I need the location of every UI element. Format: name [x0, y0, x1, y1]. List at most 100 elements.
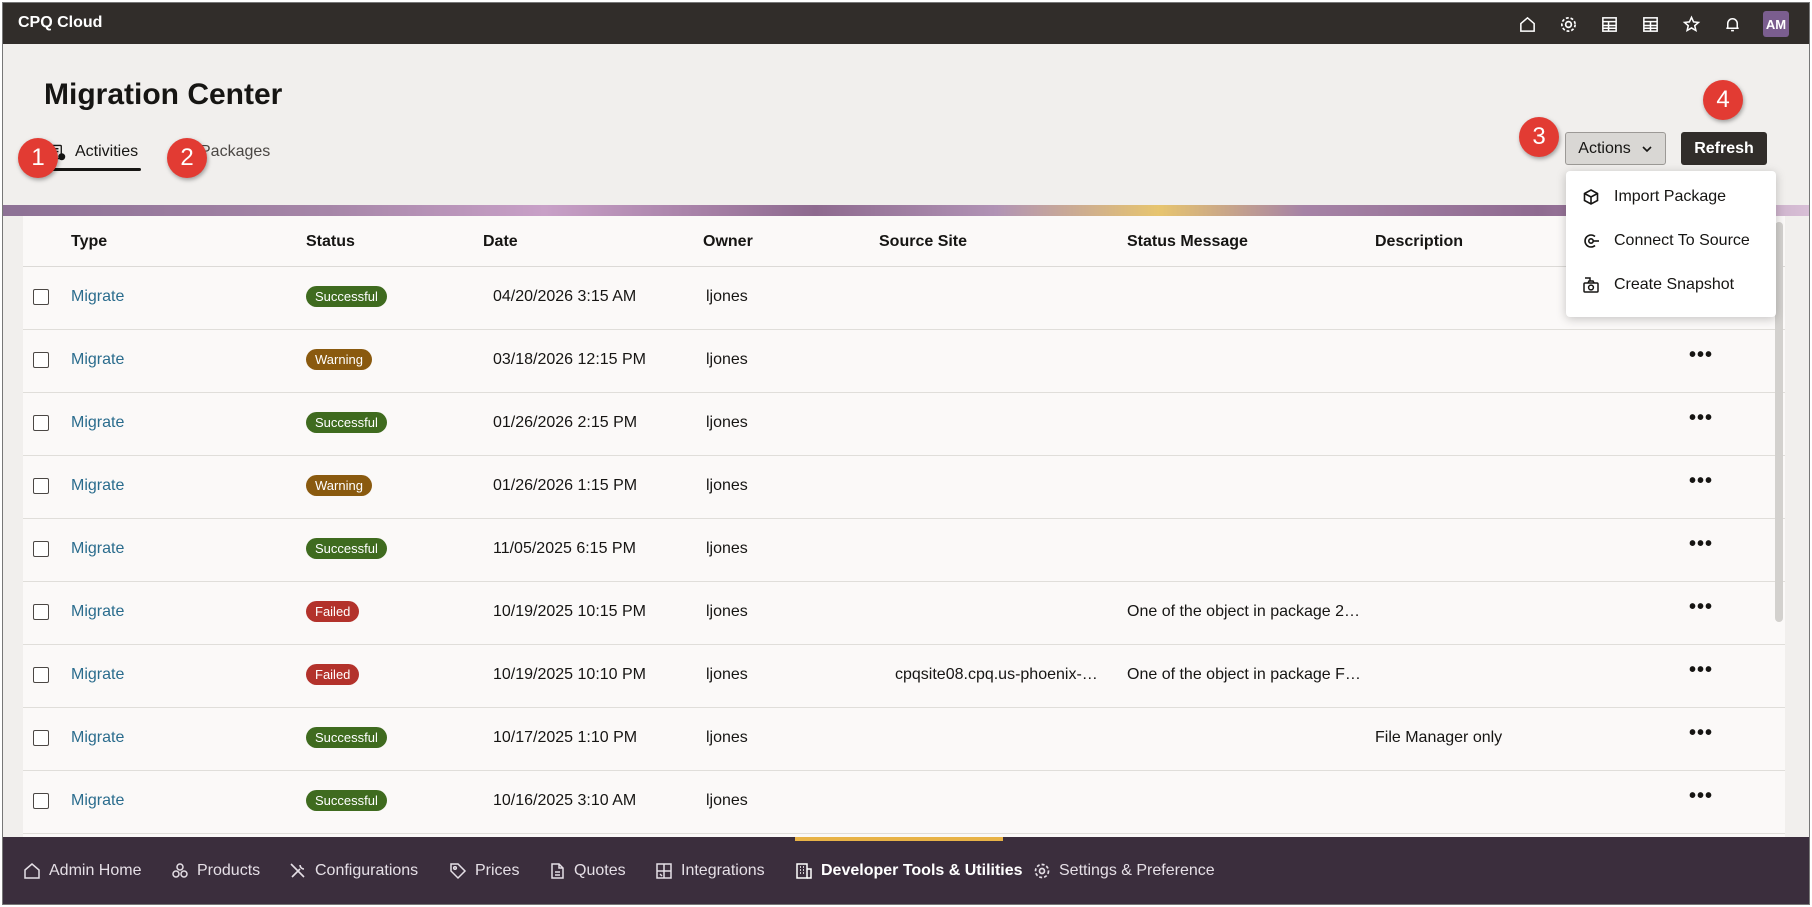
products-icon [172, 863, 188, 878]
nav-item-prices[interactable]: Prices [449, 862, 519, 880]
app-title: CPQ Cloud [18, 14, 103, 31]
page-title: Migration Center [44, 78, 283, 111]
column-header-owner[interactable]: Owner [703, 233, 753, 251]
table-row[interactable]: Migrate Warning 01/26/2026 1:15 PM ljones ••… [23, 455, 1785, 519]
owner-cell: ljones [706, 540, 748, 557]
nav-item-admin-home[interactable]: Admin Home [23, 862, 141, 880]
app-window: CPQ Cloud AM Migration Center Activities… [2, 2, 1810, 905]
owner-cell: ljones [706, 477, 748, 494]
nav-item-settings[interactable]: Settings & Preference [1033, 862, 1215, 880]
table-row[interactable]: Migrate Successful 01/26/2026 2:15 PM ljone… [23, 392, 1785, 456]
vertical-scrollbar[interactable] [1775, 222, 1783, 622]
column-header-date[interactable]: Date [483, 233, 518, 251]
nav-item-developer-tools[interactable]: Developer Tools & Utilities [795, 862, 1023, 880]
type-link[interactable]: Migrate [71, 729, 124, 747]
date-cell: 01/26/2026 2:15 PM [493, 414, 638, 431]
owner-cell: ljones [706, 792, 748, 809]
nav-item-configurations[interactable]: Configurations [289, 862, 418, 880]
home-icon[interactable] [1517, 14, 1538, 35]
row-checkbox[interactable] [33, 667, 49, 683]
column-header-status[interactable]: Status [306, 233, 355, 251]
top-toolbar: AM [1517, 11, 1789, 37]
type-link[interactable]: Migrate [71, 288, 124, 306]
nav-item-products[interactable]: Products [171, 862, 260, 880]
document-icon [551, 863, 564, 879]
table-row[interactable]: Migrate Failed 10/19/2025 10:15 PM ljones On… [23, 581, 1785, 645]
menu-item-connect-to-source[interactable]: Connect To Source [1582, 219, 1772, 263]
menu-item-label: Connect To Source [1614, 232, 1750, 249]
status-badge: Successful [306, 538, 387, 559]
connect-icon [1584, 234, 1599, 248]
column-header-description[interactable]: Description [1375, 233, 1463, 251]
activities-table: Type Status Date Owner Source Site Statu… [23, 216, 1785, 838]
tab-selected-indicator [44, 168, 141, 171]
type-link[interactable]: Migrate [71, 351, 124, 369]
row-checkbox[interactable] [33, 415, 49, 431]
table-header: Type Status Date Owner Source Site Statu… [23, 216, 1785, 267]
nav-item-integrations[interactable]: Integrations [655, 862, 765, 880]
top-bar: CPQ Cloud AM [3, 3, 1809, 44]
menu-item-create-snapshot[interactable]: Create Snapshot [1582, 263, 1772, 307]
table-row[interactable]: Migrate Successful 04/20/2026 3:15 AM ljone… [23, 266, 1785, 330]
callout-1: 1 [18, 138, 58, 178]
star-icon[interactable] [1681, 14, 1702, 35]
owner-cell: ljones [706, 729, 748, 746]
date-cell: 10/17/2025 1:10 PM [493, 729, 638, 746]
integrations-icon [656, 863, 672, 879]
row-checkbox[interactable] [33, 604, 49, 620]
table-row[interactable]: Migrate Successful 10/16/2025 3:10 AM ljone… [23, 770, 1785, 834]
bottom-navigation: Admin Home Products Configurations Price… [3, 837, 1809, 904]
type-link[interactable]: Migrate [71, 540, 124, 558]
type-link[interactable]: Migrate [71, 666, 124, 684]
row-checkbox[interactable] [33, 541, 49, 557]
callout-2: 2 [167, 138, 207, 178]
refresh-button[interactable]: Refresh [1681, 132, 1767, 165]
owner-cell: ljones [706, 288, 748, 305]
row-checkbox[interactable] [33, 730, 49, 746]
status-badge: Successful [306, 286, 387, 307]
date-cell: 10/16/2025 3:10 AM [493, 792, 637, 809]
status-message-cell: One of the object in package 2… [1127, 603, 1361, 620]
table-row[interactable]: Migrate Successful 10/17/2025 1:10 PM ljone… [23, 707, 1785, 771]
column-header-type[interactable]: Type [71, 233, 107, 251]
owner-cell: ljones [706, 414, 748, 431]
more-options-icon[interactable]: ••• [1689, 471, 1713, 491]
type-link[interactable]: Migrate [71, 477, 124, 495]
row-checkbox[interactable] [33, 793, 49, 809]
type-link[interactable]: Migrate [71, 603, 124, 621]
actions-button[interactable]: Actions [1565, 132, 1666, 165]
row-checkbox[interactable] [33, 352, 49, 368]
snapshot-icon [1583, 277, 1599, 293]
date-cell: 10/19/2025 10:10 PM [493, 666, 647, 683]
nav-item-label: Products [197, 862, 261, 879]
column-header-source-site[interactable]: Source Site [879, 233, 967, 251]
nav-item-label: Integrations [681, 862, 765, 879]
row-checkbox[interactable] [33, 478, 49, 494]
table-row[interactable]: Migrate Successful 11/05/2025 6:15 PM ljone… [23, 518, 1785, 582]
menu-item-import-package[interactable]: Import Package [1582, 175, 1772, 219]
type-link[interactable]: Migrate [71, 414, 124, 432]
price-tag-icon [450, 863, 467, 880]
gear-icon[interactable] [1558, 14, 1579, 35]
type-link[interactable]: Migrate [71, 792, 124, 810]
table-row[interactable]: Migrate Warning 03/18/2026 12:15 PM ljones •… [23, 329, 1785, 393]
bell-icon[interactable] [1722, 14, 1743, 35]
more-options-icon[interactable]: ••• [1689, 408, 1713, 428]
column-header-status-message[interactable]: Status Message [1127, 233, 1248, 251]
more-options-icon[interactable]: ••• [1689, 345, 1713, 365]
table-row[interactable]: Migrate Failed 10/19/2025 10:10 PM ljones cp… [23, 644, 1785, 708]
more-options-icon[interactable]: ••• [1689, 786, 1713, 806]
nav-item-quotes[interactable]: Quotes [548, 862, 626, 880]
table-icon[interactable] [1640, 14, 1661, 35]
more-options-icon[interactable]: ••• [1689, 723, 1713, 743]
more-options-icon[interactable]: ••• [1689, 534, 1713, 554]
more-options-icon[interactable]: ••• [1689, 597, 1713, 617]
home-icon [24, 863, 40, 879]
status-badge: Successful [306, 727, 387, 748]
avatar[interactable]: AM [1763, 11, 1789, 37]
tab-activities-label: Activities [75, 143, 139, 160]
more-options-icon[interactable]: ••• [1689, 660, 1713, 680]
tab-activities[interactable]: Activities [49, 136, 138, 168]
report-icon[interactable] [1599, 14, 1620, 35]
row-checkbox[interactable] [33, 289, 49, 305]
